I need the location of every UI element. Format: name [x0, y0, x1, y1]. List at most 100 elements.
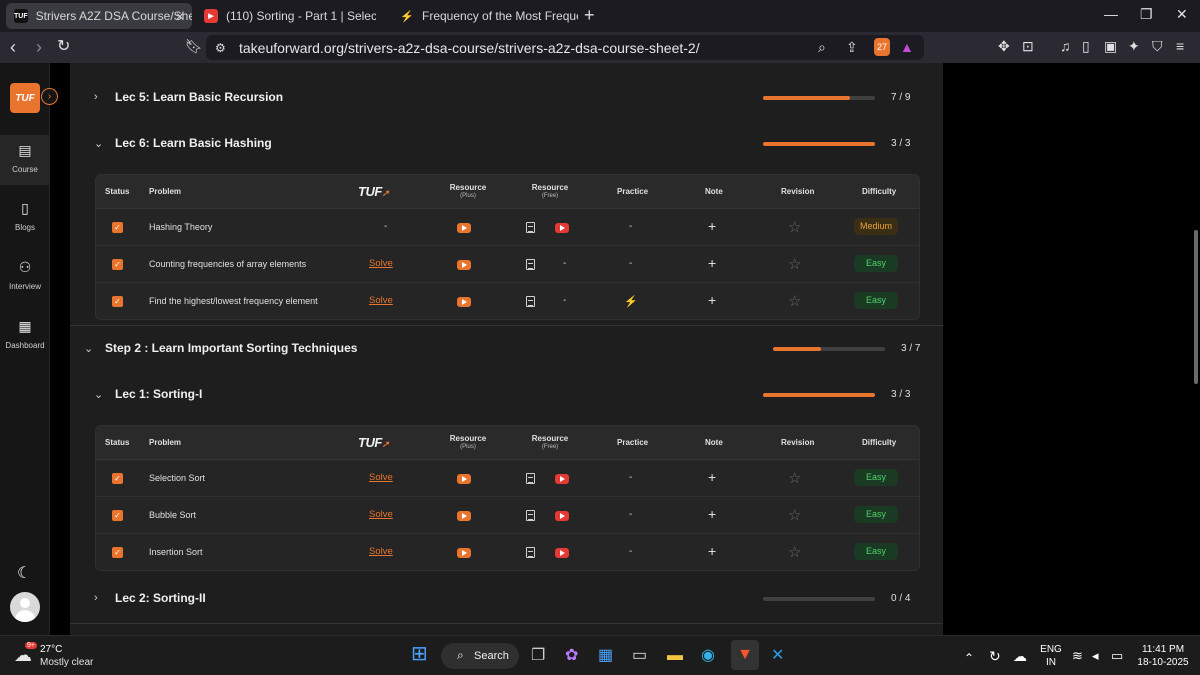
- copilot-icon[interactable]: ✿: [565, 646, 578, 666]
- moon-icon[interactable]: ☾: [17, 563, 31, 583]
- weather-description[interactable]: Mostly clear: [40, 657, 93, 668]
- youtube-icon[interactable]: [555, 474, 569, 484]
- wallet-icon[interactable]: ▣: [1104, 38, 1117, 54]
- article-icon[interactable]: [526, 222, 535, 233]
- solve-link[interactable]: Solve: [369, 509, 393, 520]
- chevron-down-icon[interactable]: ⌄: [94, 388, 103, 401]
- brave-shields-icon[interactable]: 27: [874, 38, 890, 56]
- chevron-right-icon[interactable]: ›: [94, 91, 98, 103]
- brave-icon[interactable]: ▼: [731, 640, 759, 670]
- sidebar-item-course[interactable]: ▤ Course: [0, 135, 50, 185]
- revision-star-icon[interactable]: ☆: [788, 506, 801, 524]
- status-checkbox[interactable]: ✓: [112, 296, 123, 307]
- share-icon[interactable]: ⇪: [846, 39, 858, 55]
- vpn-icon[interactable]: ⛉: [1152, 38, 1163, 54]
- revision-star-icon[interactable]: ☆: [788, 218, 801, 236]
- clock-date[interactable]: 18-10-2025: [1134, 657, 1192, 668]
- article-icon[interactable]: [526, 296, 535, 307]
- add-note-icon[interactable]: +: [708, 292, 716, 308]
- section-lec6[interactable]: ⌄ Lec 6: Learn Basic Hashing 3 / 3: [70, 126, 943, 162]
- sync-icon[interactable]: ↻: [989, 646, 1001, 666]
- chevron-right-icon[interactable]: ›: [94, 592, 98, 604]
- plus-video-icon[interactable]: [457, 223, 471, 233]
- scrollbar-thumb[interactable]: [1194, 230, 1198, 384]
- add-note-icon[interactable]: +: [708, 255, 716, 271]
- wifi-icon[interactable]: ≋: [1072, 646, 1083, 666]
- section-step2[interactable]: ⌄ Step 2 : Learn Important Sorting Techn…: [70, 331, 943, 367]
- article-icon[interactable]: [526, 473, 535, 484]
- status-checkbox[interactable]: ✓: [112, 547, 123, 558]
- youtube-icon[interactable]: [555, 548, 569, 558]
- revision-star-icon[interactable]: ☆: [788, 292, 801, 310]
- chevron-down-icon[interactable]: ⌄: [94, 137, 103, 150]
- windows-start-icon[interactable]: ⊞: [411, 644, 428, 664]
- status-checkbox[interactable]: ✓: [112, 510, 123, 521]
- add-note-icon[interactable]: +: [708, 218, 716, 234]
- menu-icon[interactable]: ≡: [1176, 38, 1184, 54]
- status-checkbox[interactable]: ✓: [112, 259, 123, 270]
- section-lec5[interactable]: › Lec 5: Learn Basic Recursion 7 / 9: [70, 80, 943, 116]
- article-icon[interactable]: [526, 259, 535, 270]
- revision-star-icon[interactable]: ☆: [788, 255, 801, 273]
- media-icon[interactable]: ♫: [1060, 38, 1071, 54]
- leo-ai-icon[interactable]: ✦: [1128, 38, 1140, 54]
- youtube-icon[interactable]: [555, 223, 569, 233]
- weather-temperature[interactable]: 27°C: [40, 644, 62, 655]
- tab-frequency-problem[interactable]: ⚡ Frequency of the Most Frequent Elem: [392, 3, 580, 29]
- reload-icon[interactable]: ↻: [57, 37, 70, 57]
- solve-link[interactable]: Solve: [369, 258, 393, 269]
- close-window-icon[interactable]: ✕: [1176, 6, 1188, 23]
- bookmark-icon[interactable]: 🔖︎: [185, 38, 203, 54]
- section-lec2[interactable]: › Lec 2: Sorting-II 0 / 4: [70, 581, 943, 617]
- site-info-icon[interactable]: ⚙: [215, 40, 226, 56]
- edge-icon[interactable]: ◉: [701, 646, 715, 666]
- add-note-icon[interactable]: +: [708, 469, 716, 485]
- clock-time[interactable]: 11:41 PM: [1138, 644, 1188, 655]
- plus-video-icon[interactable]: [457, 474, 471, 484]
- plus-video-icon[interactable]: [457, 297, 471, 307]
- tuf-logo[interactable]: TUF: [10, 83, 40, 113]
- section-lec1[interactable]: ⌄ Lec 1: Sorting-I 3 / 3: [70, 377, 943, 413]
- youtube-icon[interactable]: [555, 511, 569, 521]
- taskbar-search[interactable]: ⌕ Search: [441, 643, 519, 669]
- language-indicator-bottom[interactable]: IN: [1040, 657, 1062, 668]
- store-icon[interactable]: ▦: [598, 646, 613, 666]
- article-icon[interactable]: [526, 547, 535, 558]
- back-icon[interactable]: ‹: [10, 37, 16, 57]
- brave-rewards-icon[interactable]: ▲: [900, 39, 914, 55]
- forward-icon[interactable]: ›: [36, 37, 42, 57]
- close-tab-icon[interactable]: ×: [176, 8, 184, 24]
- new-tab-button[interactable]: +: [584, 6, 595, 24]
- file-explorer-icon[interactable]: ▬: [667, 646, 683, 666]
- sidebar-item-interview[interactable]: ⚇ Interview: [0, 259, 50, 291]
- tab-youtube-sorting[interactable]: ▶ (110) Sorting - Part 1 | Selection Sor…: [196, 3, 388, 29]
- volume-icon[interactable]: ◂: [1092, 646, 1099, 666]
- language-indicator-top[interactable]: ENG: [1040, 644, 1062, 655]
- sidebar-item-dashboard[interactable]: ▦ Dashboard: [0, 318, 50, 350]
- revision-star-icon[interactable]: ☆: [788, 469, 801, 487]
- sidebar-toggle-icon[interactable]: ▯: [1082, 38, 1090, 54]
- expand-sidebar-icon[interactable]: ›: [41, 88, 58, 105]
- battery-icon[interactable]: ▭: [1111, 646, 1123, 666]
- task-view-icon[interactable]: ❐: [531, 646, 545, 666]
- screenshot-icon[interactable]: ⊡: [1022, 38, 1034, 54]
- extensions-icon[interactable]: ✥: [998, 38, 1010, 54]
- status-checkbox[interactable]: ✓: [112, 222, 123, 233]
- add-note-icon[interactable]: +: [708, 543, 716, 559]
- plus-video-icon[interactable]: [457, 548, 471, 558]
- sidebar-item-blogs[interactable]: ▯ Blogs: [0, 200, 50, 232]
- address-bar[interactable]: ⚙ takeuforward.org/strivers-a2z-dsa-cour…: [206, 35, 924, 60]
- solve-link[interactable]: Solve: [369, 546, 393, 557]
- solve-link[interactable]: Solve: [369, 472, 393, 483]
- plus-video-icon[interactable]: [457, 511, 471, 521]
- zoom-icon[interactable]: ⌕: [818, 39, 826, 55]
- status-checkbox[interactable]: ✓: [112, 473, 123, 484]
- onedrive-icon[interactable]: ☁: [1013, 646, 1027, 666]
- minimize-icon[interactable]: —: [1104, 6, 1118, 22]
- restore-icon[interactable]: ❐: [1140, 6, 1153, 23]
- plus-video-icon[interactable]: [457, 260, 471, 270]
- article-icon[interactable]: [526, 510, 535, 521]
- solve-link[interactable]: Solve: [369, 295, 393, 306]
- revision-star-icon[interactable]: ☆: [788, 543, 801, 561]
- chevron-down-icon[interactable]: ⌄: [84, 342, 93, 355]
